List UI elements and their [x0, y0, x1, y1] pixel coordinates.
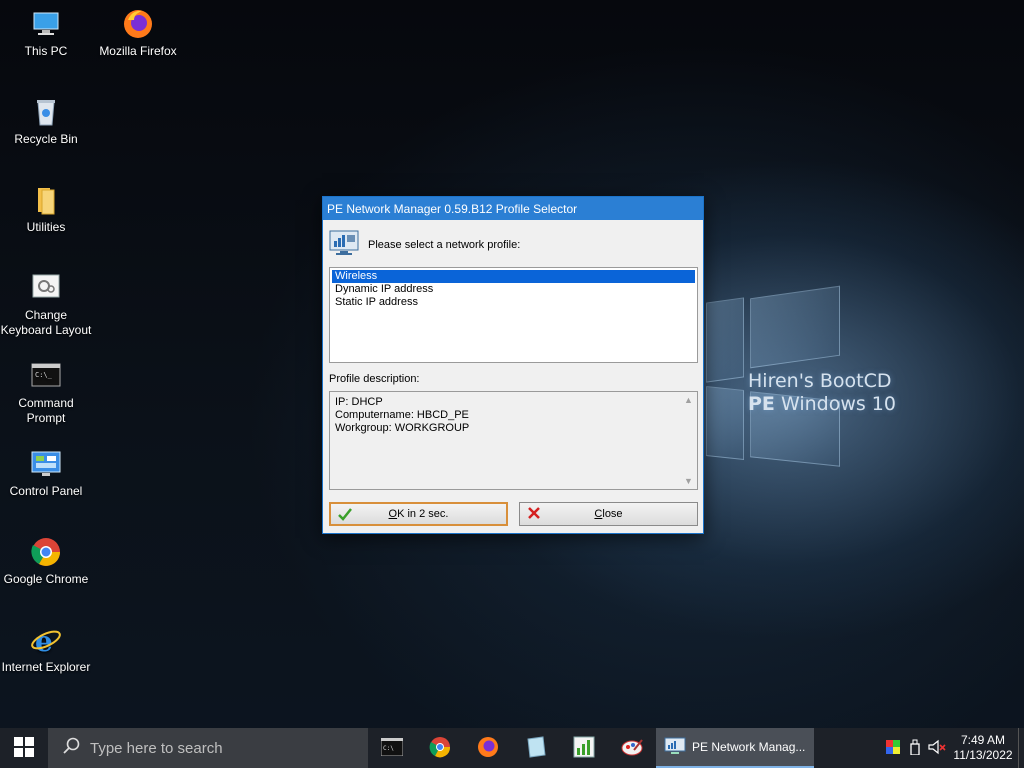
recycle-bin-icon [30, 96, 62, 128]
desktop-icon-change-keyboard[interactable]: Change Keyboard Layout [0, 272, 92, 338]
desktop-icon-label: This PC [24, 44, 68, 58]
paint-icon [620, 736, 644, 761]
desktop-icon-label: Google Chrome [3, 572, 89, 586]
notepad-icon [525, 735, 547, 761]
desktop-icon-label: Mozilla Firefox [99, 44, 177, 58]
desktop-icon-label: Utilities [26, 220, 66, 234]
desktop-icon-control-panel[interactable]: Control Panel [0, 448, 92, 499]
computer-icon [30, 8, 62, 40]
ok-button-label: OK in 2 sec. [388, 508, 449, 520]
volume-muted-icon [928, 739, 946, 758]
taskbar-chrome[interactable] [416, 728, 464, 768]
scroll-up-icon[interactable]: ▲ [684, 395, 693, 405]
ok-button[interactable]: OK in 2 sec. [329, 502, 508, 526]
control-panel-icon [30, 448, 62, 480]
desktop-icon-label: Control Panel [9, 484, 83, 498]
taskbar-firefox[interactable] [464, 728, 512, 768]
usb-drive-icon [910, 739, 920, 758]
chrome-icon [30, 536, 62, 568]
desktop-icon-label: Recycle Bin [14, 132, 78, 146]
desktop-icon-this-pc[interactable]: This PC [0, 8, 92, 59]
chrome-icon [429, 736, 451, 761]
desktop-icon-firefox[interactable]: Mozilla Firefox [92, 8, 184, 59]
description-line: Computername: HBCD_PE [335, 409, 469, 421]
close-button-label: Close [594, 508, 623, 520]
description-line: Workgroup: WORKGROUP [335, 422, 470, 434]
desktop-icon-chrome[interactable]: Google Chrome [0, 536, 92, 587]
profile-listbox[interactable]: Wireless Dynamic IP address Static IP ad… [329, 267, 698, 363]
wallpaper-logo-panel-1 [706, 297, 744, 383]
profile-description-box[interactable]: IP: DHCP Computername: HBCD_PE Workgroup… [329, 391, 698, 490]
windows-logo-icon [14, 736, 34, 760]
color-grid-icon [886, 739, 900, 757]
taskbar-terminal[interactable]: C:\ [368, 728, 416, 768]
taskbar-clock[interactable]: 7:49 AM 11/13/2022 [948, 733, 1018, 763]
terminal-icon: C:\_ [30, 360, 62, 392]
svg-text:e: e [35, 625, 53, 656]
profile-item-dynamic-ip[interactable]: Dynamic IP address [332, 283, 695, 296]
description-scrollbar[interactable]: ▲ ▼ [680, 392, 697, 489]
desktop-icon-label: Command Prompt [18, 396, 74, 425]
show-desktop-button[interactable] [1018, 728, 1024, 768]
close-button[interactable]: Close [519, 502, 698, 526]
clock-date: 11/13/2022 [953, 748, 1013, 762]
profile-selector-dialog: PE Network Manager 0.59.B12 Profile Sele… [322, 196, 704, 534]
profile-item-static-ip[interactable]: Static IP address [332, 296, 695, 309]
taskbar: Type here to search C:\ PE Network Manag… [0, 728, 1024, 768]
start-button[interactable] [0, 728, 48, 768]
tray-volume[interactable] [926, 728, 948, 768]
brand-line-2: PE Windows 10 [748, 393, 896, 415]
svg-text:C:\_: C:\_ [35, 371, 53, 379]
taskbar-chart-app[interactable] [560, 728, 608, 768]
desktop-icon-label: Change Keyboard Layout [0, 308, 92, 337]
search-placeholder: Type here to search [90, 739, 223, 757]
svg-text:C:\: C:\ [383, 745, 394, 752]
search-icon [62, 737, 80, 759]
wallpaper-logo-panel-3 [706, 386, 744, 460]
clock-time: 7:49 AM [960, 733, 1006, 747]
internet-explorer-icon: e [30, 624, 62, 658]
keyboard-settings-icon [30, 272, 62, 304]
desktop-icon-recycle-bin[interactable]: Recycle Bin [0, 96, 92, 147]
taskbar-notepad[interactable] [512, 728, 560, 768]
wallpaper-logo-panel-2 [750, 285, 840, 369]
folder-icon [30, 184, 62, 216]
desktop-icon-internet-explorer[interactable]: e Internet Explorer [0, 624, 92, 675]
dialog-title[interactable]: PE Network Manager 0.59.B12 Profile Sele… [323, 197, 703, 220]
desktop-icon-label: Internet Explorer [1, 660, 91, 674]
brand-line-1: Hiren's BootCD [748, 370, 892, 392]
checkmark-icon [337, 507, 353, 524]
active-window-label: PE Network Manag... [692, 740, 806, 754]
taskbar-active-window[interactable]: PE Network Manag... [656, 728, 814, 768]
terminal-icon: C:\ [380, 737, 404, 759]
taskbar-paint[interactable] [608, 728, 656, 768]
wallpaper-brand: Hiren's BootCD PE Windows 10 [748, 370, 896, 416]
firefox-icon [122, 8, 154, 40]
desktop-icon-command-prompt[interactable]: C:\_ Command Prompt [0, 360, 92, 426]
network-monitor-icon [664, 737, 686, 758]
network-monitor-icon [329, 230, 359, 259]
chart-icon [573, 736, 595, 761]
profile-item-wireless[interactable]: Wireless [332, 270, 695, 283]
desktop-icon-utilities[interactable]: Utilities [0, 184, 92, 235]
close-x-icon [526, 506, 542, 523]
firefox-icon [477, 736, 499, 761]
taskbar-search-box[interactable]: Type here to search [48, 728, 368, 768]
description-label: Profile description: [329, 373, 420, 385]
scroll-down-icon[interactable]: ▼ [684, 476, 693, 486]
description-line: IP: DHCP [335, 396, 383, 408]
system-tray: 7:49 AM 11/13/2022 [882, 728, 1024, 768]
prompt-row: Please select a network profile: [329, 230, 520, 259]
tray-usb[interactable] [904, 728, 926, 768]
prompt-text: Please select a network profile: [368, 238, 521, 251]
tray-color-app[interactable] [882, 728, 904, 768]
